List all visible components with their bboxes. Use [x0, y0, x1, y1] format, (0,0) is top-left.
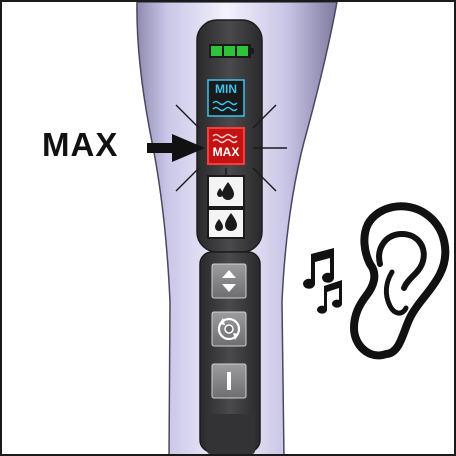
lower-grip — [207, 414, 255, 454]
power-button — [211, 363, 247, 399]
illustration-frame: MAX MIN MAX — [0, 0, 456, 456]
up-down-button — [211, 263, 247, 299]
music-notes-icon — [303, 248, 342, 314]
battery-indicator — [209, 44, 254, 58]
rotating-swirl-button — [211, 311, 247, 347]
max-button-label: MAX — [212, 145, 240, 159]
ear-icon — [350, 202, 450, 360]
max-callout-label: MAX — [42, 126, 119, 163]
device-illustration — [136, 2, 450, 454]
water-drop-mode-button — [207, 175, 245, 239]
min-button-label: MIN — [215, 82, 237, 96]
